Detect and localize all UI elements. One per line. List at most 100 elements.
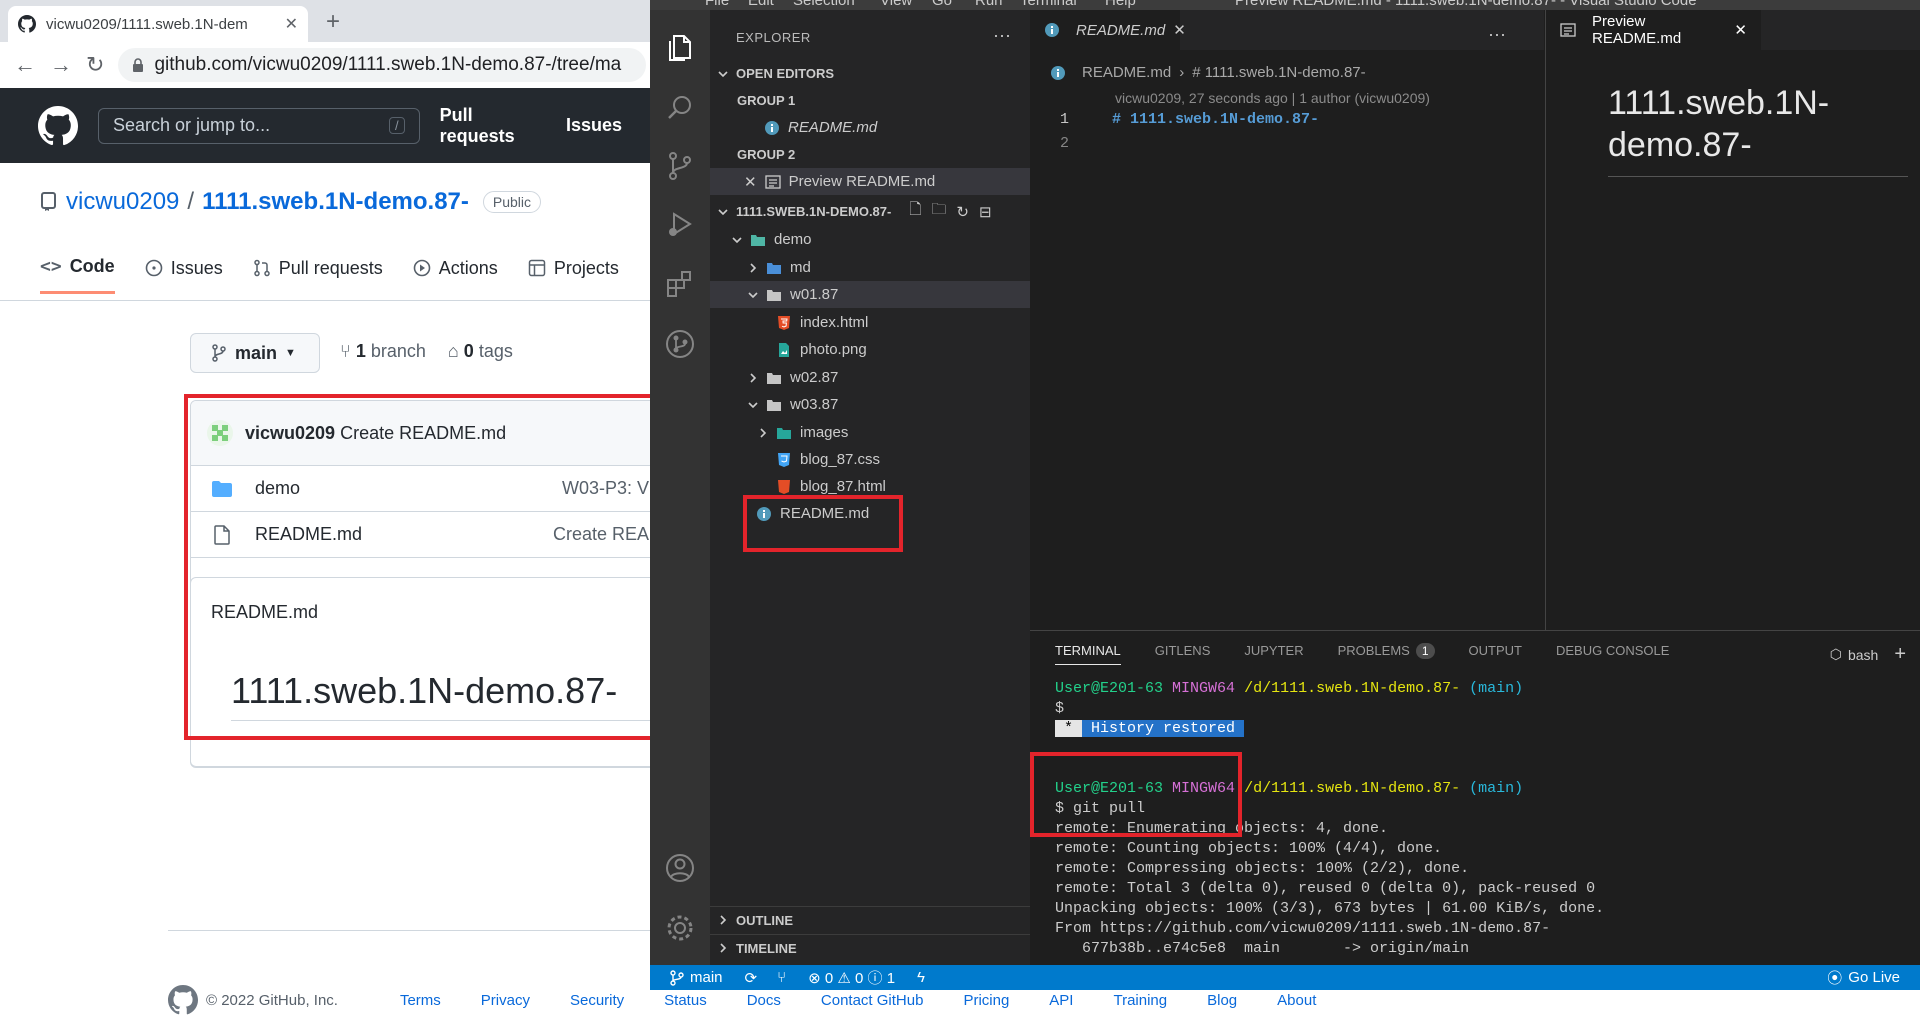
footer-link-contact[interactable]: Contact GitHub xyxy=(821,992,924,1009)
tab-pull-requests[interactable]: Pull requests xyxy=(253,256,383,294)
terminal-shell-selector[interactable]: ⬡ bash + xyxy=(1830,643,1906,666)
more-actions-icon[interactable]: ··· xyxy=(993,25,1011,46)
close-icon[interactable]: ✕ xyxy=(1734,21,1747,39)
run-debug-icon[interactable] xyxy=(664,208,696,240)
menu-file[interactable]: File xyxy=(705,0,729,9)
branches-link[interactable]: ⑂ 1 branch xyxy=(340,341,426,362)
tab-code[interactable]: <> Code xyxy=(40,256,115,294)
gitlens-icon[interactable] xyxy=(664,328,696,360)
panel-tabs: TERMINAL GITLENS JUPYTER PROBLEMS 1 OUTPU… xyxy=(1055,643,1669,665)
info-icon xyxy=(765,120,779,135)
footer-link-api[interactable]: API xyxy=(1049,992,1073,1009)
tab-projects[interactable]: Projects xyxy=(528,256,619,294)
status-branch[interactable]: main xyxy=(670,969,723,986)
source-control-icon[interactable] xyxy=(664,150,696,182)
git-graph-icon[interactable]: ⑂ xyxy=(777,969,786,986)
collapse-all-icon[interactable]: ⊟ xyxy=(979,203,992,221)
footer-link-docs[interactable]: Docs xyxy=(747,992,781,1009)
panel-tab-debug-console[interactable]: DEBUG CONSOLE xyxy=(1556,643,1669,665)
github-search-input[interactable]: Search or jump to... / xyxy=(98,107,420,144)
forward-arrow-icon[interactable]: → xyxy=(50,52,72,78)
menu-selection[interactable]: Selection xyxy=(793,0,855,9)
chevron-right-icon: › xyxy=(1179,64,1185,81)
menu-help[interactable]: Help xyxy=(1105,0,1136,9)
lightning-icon[interactable]: ϟ xyxy=(917,969,925,986)
new-terminal-plus-icon[interactable]: + xyxy=(1894,643,1906,666)
new-folder-icon[interactable]: 🗀 xyxy=(931,199,946,224)
extensions-icon[interactable] xyxy=(664,268,696,300)
branch-icon xyxy=(670,969,684,986)
tab-issues[interactable]: Issues xyxy=(145,256,223,294)
code-line[interactable]: # 1111.sweb.1N-demo.87- xyxy=(1112,111,1319,128)
tree-file-index[interactable]: index.html xyxy=(710,309,1030,336)
tree-folder-w03[interactable]: w03.87 xyxy=(710,391,1030,418)
workspace-section[interactable]: 1111.SWEB.1N-DEMO.87- 🗋 🗀 ↻ ⊟ xyxy=(710,198,1030,225)
menu-edit[interactable]: Edit xyxy=(748,0,774,9)
vscode-window: File Edit Selection View Go Run Terminal… xyxy=(650,0,1920,990)
tab-actions[interactable]: Actions xyxy=(413,256,498,294)
tree-file-photo[interactable]: photo.png xyxy=(710,336,1030,363)
tree-folder-w01[interactable]: w01.87 xyxy=(710,281,1030,308)
status-bar: main ⟳ ⑂ ⊗ 0 ⚠ 0 ⓘ 1 ϟ ⦿ Go Live xyxy=(650,965,1920,990)
open-editors-section[interactable]: OPEN EDITORS xyxy=(710,60,1030,87)
repo-owner-link[interactable]: vicwu0209 xyxy=(66,188,179,216)
footer-link-security[interactable]: Security xyxy=(570,992,624,1009)
panel-tab-terminal[interactable]: TERMINAL xyxy=(1055,643,1121,665)
outline-section[interactable]: OUTLINE xyxy=(710,906,1030,933)
footer-link-pricing[interactable]: Pricing xyxy=(963,992,1009,1009)
breadcrumb-file[interactable]: README.md xyxy=(1082,64,1171,81)
more-actions-icon[interactable]: ··· xyxy=(1488,24,1506,45)
menu-view[interactable]: View xyxy=(880,0,912,9)
open-editor-preview[interactable]: ✕ Preview README.md xyxy=(710,168,1030,195)
tree-folder-w02[interactable]: w02.87 xyxy=(710,364,1030,391)
panel-tab-jupyter[interactable]: JUPYTER xyxy=(1244,643,1303,665)
reload-icon[interactable]: ↻ xyxy=(86,52,104,78)
breadcrumb-symbol[interactable]: # 1111.sweb.1N-demo.87- xyxy=(1192,64,1365,81)
close-icon[interactable]: ✕ xyxy=(285,14,298,34)
warning-icon: ⚠ xyxy=(837,970,851,987)
status-problems[interactable]: ⊗ 0 ⚠ 0 ⓘ 1 xyxy=(808,967,895,988)
tree-folder-images[interactable]: images xyxy=(710,419,1030,446)
tags-link[interactable]: ⌂ 0 tags xyxy=(448,341,513,362)
footer-link-status[interactable]: Status xyxy=(664,992,707,1009)
close-icon[interactable]: ✕ xyxy=(744,173,757,191)
back-arrow-icon[interactable]: ← xyxy=(14,52,36,78)
preview-tab[interactable]: Preview README.md ✕ xyxy=(1546,10,1761,50)
sync-icon[interactable]: ⟳ xyxy=(745,969,758,987)
menu-go[interactable]: Go xyxy=(932,0,952,9)
new-tab-plus-icon[interactable]: + xyxy=(326,8,340,36)
gear-icon[interactable] xyxy=(664,912,696,944)
nav-issues[interactable]: Issues xyxy=(566,115,622,136)
tree-folder-demo[interactable]: demo xyxy=(710,226,1030,253)
menu-terminal[interactable]: Terminal xyxy=(1020,0,1077,9)
issue-icon xyxy=(145,259,163,277)
panel-tab-gitlens[interactable]: GITLENS xyxy=(1155,643,1211,665)
footer-link-about[interactable]: About xyxy=(1277,992,1316,1009)
editor-tab-readme[interactable]: README.md ✕ xyxy=(1030,10,1186,50)
footer-link-training[interactable]: Training xyxy=(1113,992,1167,1009)
panel-tab-output[interactable]: OUTPUT xyxy=(1469,643,1522,665)
open-editor-readme[interactable]: README.md xyxy=(710,114,1030,141)
menu-run[interactable]: Run xyxy=(975,0,1003,9)
refresh-icon[interactable]: ↻ xyxy=(956,203,969,221)
timeline-section[interactable]: TIMELINE xyxy=(710,934,1030,961)
tree-folder-md[interactable]: md xyxy=(710,254,1030,281)
gitlens-blame[interactable]: vicwu0209, 27 seconds ago | 1 author (vi… xyxy=(1115,90,1430,106)
footer-link-privacy[interactable]: Privacy xyxy=(481,992,530,1009)
github-logo-icon[interactable] xyxy=(38,105,78,146)
explorer-files-icon[interactable] xyxy=(664,32,696,64)
new-file-icon[interactable]: 🗋 xyxy=(909,199,921,224)
footer-link-blog[interactable]: Blog xyxy=(1207,992,1237,1009)
search-icon[interactable] xyxy=(664,92,696,124)
account-icon[interactable] xyxy=(664,852,696,884)
go-live-button[interactable]: ⦿ Go Live xyxy=(1827,967,1900,988)
footer-link-terms[interactable]: Terms xyxy=(400,992,441,1009)
browser-tab[interactable]: vicwu0209/1111.sweb.1N-dem ✕ xyxy=(8,6,308,42)
nav-pull-requests[interactable]: Pull requests xyxy=(440,105,546,147)
address-bar[interactable]: github.com/vicwu0209/1111.sweb.1N-demo.8… xyxy=(118,48,646,82)
repo-name-link[interactable]: 1111.sweb.1N-demo.87- xyxy=(202,188,469,216)
close-icon[interactable]: ✕ xyxy=(1173,21,1186,39)
panel-tab-problems[interactable]: PROBLEMS 1 xyxy=(1338,643,1435,665)
tree-file-css[interactable]: blog_87.css xyxy=(710,446,1030,473)
branch-selector-button[interactable]: main ▼ xyxy=(190,333,320,373)
